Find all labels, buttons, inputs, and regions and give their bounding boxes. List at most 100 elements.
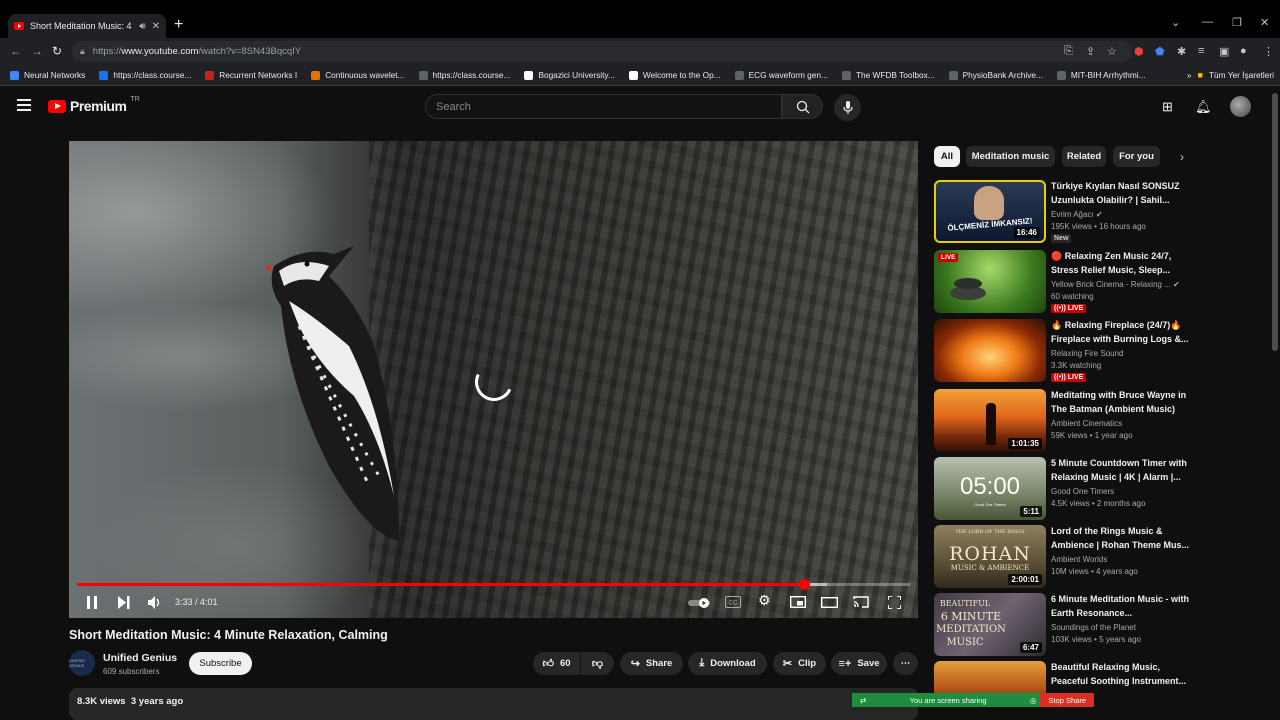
shield-extension-icon[interactable]: ⬟: [1155, 45, 1165, 58]
cast-icon[interactable]: [853, 596, 869, 608]
chip-related[interactable]: Related: [1062, 146, 1106, 167]
bookmark-item[interactable]: Neural Networks: [10, 70, 85, 80]
recommendation-channel[interactable]: Yellow Brick Cinema - Relaxing ... ✔︎: [1051, 280, 1180, 289]
recommendation-item[interactable]: ÖLÇMENİZ İMKANSIZ! 16:46 Türkiye Kıyılar…: [934, 180, 1194, 244]
subscribe-button[interactable]: Subscribe: [189, 652, 252, 675]
more-actions-button[interactable]: ⋯: [893, 652, 918, 675]
recommendation-title[interactable]: 6 Minute Meditation Music - with Earth R…: [1051, 593, 1191, 620]
channel-name[interactable]: Unified Genius: [103, 652, 177, 664]
restore-icon[interactable]: ❐: [1232, 16, 1242, 29]
bookmark-item[interactable]: PhysioBank Archive...: [948, 70, 1043, 80]
bookmark-item[interactable]: MIT-BIH Arrhythmi...: [1056, 70, 1146, 80]
chip-for-you[interactable]: For you: [1113, 146, 1160, 167]
bookmark-item[interactable]: Bogazici University...: [524, 70, 615, 80]
fullscreen-icon[interactable]: [888, 596, 901, 609]
miniplayer-icon[interactable]: [790, 596, 806, 608]
address-bar[interactable]: 🔒︎ https://www.youtube.com/watch?v=8SN43…: [72, 41, 1132, 62]
close-window-icon[interactable]: ✕: [1260, 16, 1269, 29]
bookmark-item[interactable]: The WFDB Toolbox...: [841, 70, 935, 80]
video-thumbnail[interactable]: [934, 319, 1046, 382]
recommendation-title[interactable]: 🔴 Relaxing Zen Music 24/7, Stress Relief…: [1051, 250, 1191, 277]
dislike-button[interactable]: 👎︎: [581, 652, 614, 675]
browser-tab[interactable]: Short Meditation Music: 4 M 🔊︎ ✕: [8, 14, 166, 38]
more-bookmarks-button[interactable]: »: [1187, 70, 1192, 80]
recommendation-item[interactable]: 05:00 Good One Timers 5:11 5 Minute Coun…: [934, 457, 1194, 521]
recommendation-item[interactable]: BEAUTIFUL 6 MINUTE MEDITATION MUSIC 6:47…: [934, 593, 1194, 657]
youtube-logo[interactable]: Premium TR: [48, 96, 140, 114]
recommendation-channel[interactable]: Relaxing Fire Sound: [1051, 349, 1123, 358]
recommendation-item[interactable]: 🔥 Relaxing Fireplace (24/7)🔥 Fireplace w…: [934, 319, 1194, 383]
search-button[interactable]: [782, 94, 823, 119]
clip-button[interactable]: ✂ Clip: [773, 652, 826, 675]
notifications-bell-icon[interactable]: 🔔︎: [1195, 99, 1212, 115]
video-thumbnail[interactable]: ÖLÇMENİZ İMKANSIZ! 16:46: [934, 180, 1046, 243]
recommendation-item[interactable]: LIVE 🔴 Relaxing Zen Music 24/7, Stress R…: [934, 250, 1194, 314]
recommendation-title[interactable]: Meditating with Bruce Wayne in The Batma…: [1051, 389, 1191, 416]
recommendation-title[interactable]: Lord of the Rings Music & Ambience | Roh…: [1051, 525, 1191, 552]
back-icon[interactable]: ←: [10, 44, 22, 58]
video-thumbnail[interactable]: THE LORD OF THE RINGS ROHAN MUSIC & AMBI…: [934, 525, 1046, 588]
bookmark-item[interactable]: https://class.course...: [99, 70, 191, 80]
recommendation-title[interactable]: Beautiful Relaxing Music, Peaceful Sooth…: [1051, 661, 1191, 688]
bookmark-item[interactable]: Continuous wavelet...: [311, 70, 405, 80]
pause-icon[interactable]: [86, 596, 98, 609]
bookmark-item[interactable]: ECG waveform gen...: [734, 70, 828, 80]
menu-hamburger-icon[interactable]: [17, 99, 31, 114]
search-input[interactable]: Search: [425, 94, 782, 119]
share-button[interactable]: ↪ Share: [620, 652, 683, 675]
recommendation-channel[interactable]: Good One Timers: [1051, 487, 1114, 496]
browser-menu-icon[interactable]: ⋮: [1263, 45, 1274, 58]
recommendation-item[interactable]: 1:01:35 Meditating with Bruce Wayne in T…: [934, 389, 1194, 453]
reload-icon[interactable]: ↻: [52, 44, 62, 58]
subtitles-icon[interactable]: CC: [725, 596, 741, 608]
bookmark-item[interactable]: Welcome to the Op...: [628, 70, 721, 80]
recommendation-title[interactable]: Türkiye Kıyıları Nasıl SONSUZ Uzunlukta …: [1051, 180, 1191, 207]
install-app-icon[interactable]: ⎘: [1064, 45, 1073, 58]
bookmark-star-icon[interactable]: ☆: [1107, 45, 1117, 58]
channel-avatar[interactable]: UNIFIED GENIUS: [69, 650, 95, 676]
extensions-puzzle-icon[interactable]: ✱: [1177, 45, 1186, 58]
autoplay-toggle-icon[interactable]: [688, 597, 712, 609]
voice-search-button[interactable]: [834, 94, 861, 121]
create-video-icon[interactable]: ⊞: [1162, 99, 1173, 115]
recommendation-channel[interactable]: Soundings of the Planet: [1051, 623, 1136, 632]
chip-meditation-music[interactable]: Meditation music: [966, 146, 1055, 167]
share-page-icon[interactable]: ⇪: [1086, 45, 1095, 58]
scrollbar-thumb[interactable]: [1272, 93, 1278, 351]
new-tab-button[interactable]: +: [174, 16, 183, 34]
page-scrollbar[interactable]: [1270, 87, 1280, 720]
profile-avatar-icon[interactable]: ●: [1240, 45, 1247, 57]
recommendation-title[interactable]: 5 Minute Countdown Timer with Relaxing M…: [1051, 457, 1191, 484]
all-bookmarks-link[interactable]: Tüm Yer İşaretleri: [1209, 70, 1274, 80]
recommendation-channel[interactable]: Ambient Cinematics: [1051, 419, 1122, 428]
settings-gear-icon[interactable]: ⚙︎: [758, 592, 771, 609]
speaker-icon[interactable]: 🔊︎: [139, 21, 145, 32]
recommendation-channel[interactable]: Evrim Ağacı ✔︎: [1051, 210, 1103, 219]
account-avatar[interactable]: [1230, 96, 1251, 117]
recommendation-title[interactable]: 🔥 Relaxing Fireplace (24/7)🔥 Fireplace w…: [1051, 319, 1191, 346]
video-thumbnail[interactable]: 05:00 Good One Timers 5:11: [934, 457, 1046, 520]
save-button[interactable]: ≡+ Save: [831, 652, 887, 675]
volume-icon[interactable]: [148, 596, 162, 609]
next-icon[interactable]: [118, 596, 130, 609]
minimize-icon[interactable]: —: [1202, 16, 1213, 28]
close-tab-icon[interactable]: ✕: [152, 21, 160, 32]
theater-mode-icon[interactable]: [821, 597, 838, 608]
chevron-right-icon[interactable]: ›: [1180, 150, 1184, 164]
side-panel-icon[interactable]: ▣: [1219, 45, 1229, 58]
video-thumbnail[interactable]: LIVE: [934, 250, 1046, 313]
bookmark-item[interactable]: https://class.course...: [418, 70, 510, 80]
video-thumbnail[interactable]: 1:01:35: [934, 389, 1046, 452]
like-button[interactable]: 👍︎ 60: [533, 652, 580, 675]
forward-icon[interactable]: →: [31, 44, 43, 58]
adblock-extension-icon[interactable]: ⬢: [1134, 45, 1144, 58]
progress-bar[interactable]: [77, 579, 910, 590]
video-player[interactable]: 3:33 / 4:01 CC ⚙︎: [69, 141, 918, 618]
tab-search-icon[interactable]: ⌄: [1171, 16, 1180, 29]
recommendation-channel[interactable]: Ambient Worlds: [1051, 555, 1107, 564]
description-box[interactable]: 8.3K views 3 years ago: [69, 688, 918, 720]
bookmark-item[interactable]: Recurrent Networks I: [205, 70, 297, 80]
stop-share-button[interactable]: Stop Share: [1040, 693, 1094, 707]
download-button[interactable]: ⤓ Download: [688, 652, 767, 675]
recommendation-item[interactable]: THE LORD OF THE RINGS ROHAN MUSIC & AMBI…: [934, 525, 1194, 589]
